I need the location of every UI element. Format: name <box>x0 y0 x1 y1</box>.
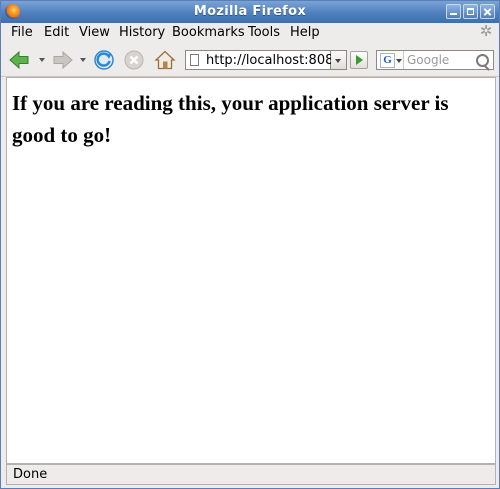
forward-button[interactable] <box>51 48 75 72</box>
menu-tools[interactable]: Tools <box>248 25 280 40</box>
status-text: Done <box>13 467 48 482</box>
stop-button[interactable] <box>122 48 146 72</box>
search-engine-selector[interactable]: G <box>377 51 404 69</box>
browser-window: Mozilla Firefox File Edit View History B… <box>0 0 500 489</box>
menu-history[interactable]: History <box>119 25 165 40</box>
minimize-button[interactable] <box>446 4 461 19</box>
back-arrow-icon <box>9 50 29 70</box>
back-button[interactable] <box>7 48 31 72</box>
reload-button[interactable] <box>92 48 116 72</box>
search-icon[interactable] <box>476 54 489 67</box>
home-icon <box>154 50 176 70</box>
back-history-dropdown[interactable] <box>39 58 45 62</box>
menu-view[interactable]: View <box>79 25 110 40</box>
menu-bar: File Edit View History Bookmarks Tools H… <box>1 23 499 43</box>
forward-history-dropdown[interactable] <box>80 58 86 62</box>
home-button[interactable] <box>153 48 177 72</box>
url-history-dropdown[interactable] <box>331 50 347 70</box>
menu-help[interactable]: Help <box>290 25 320 40</box>
status-bar: Done <box>6 464 496 485</box>
menu-file[interactable]: File <box>11 25 33 40</box>
google-logo-icon: G <box>380 53 395 68</box>
search-bar[interactable]: G Google <box>376 50 494 70</box>
stop-icon <box>124 50 144 70</box>
activity-throbber-icon: ✲ <box>479 22 493 40</box>
page-content: If you are reading this, your applicatio… <box>6 77 496 464</box>
search-placeholder[interactable]: Google <box>407 53 449 67</box>
forward-arrow-icon <box>53 50 73 70</box>
menu-edit[interactable]: Edit <box>44 25 69 40</box>
menu-bookmarks[interactable]: Bookmarks <box>172 25 245 40</box>
url-text[interactable]: http://localhost:8080/ <box>206 53 346 68</box>
reload-icon <box>94 50 114 70</box>
page-icon <box>190 54 199 66</box>
url-bar[interactable]: http://localhost:8080/ <box>185 50 346 70</box>
close-button[interactable] <box>480 4 495 19</box>
title-bar[interactable]: Mozilla Firefox <box>1 1 499 23</box>
page-headline: If you are reading this, your applicatio… <box>12 91 449 147</box>
maximize-button[interactable] <box>463 4 478 19</box>
chevron-down-icon <box>396 59 402 63</box>
window-title: Mozilla Firefox <box>193 4 307 19</box>
go-button[interactable] <box>350 51 368 69</box>
